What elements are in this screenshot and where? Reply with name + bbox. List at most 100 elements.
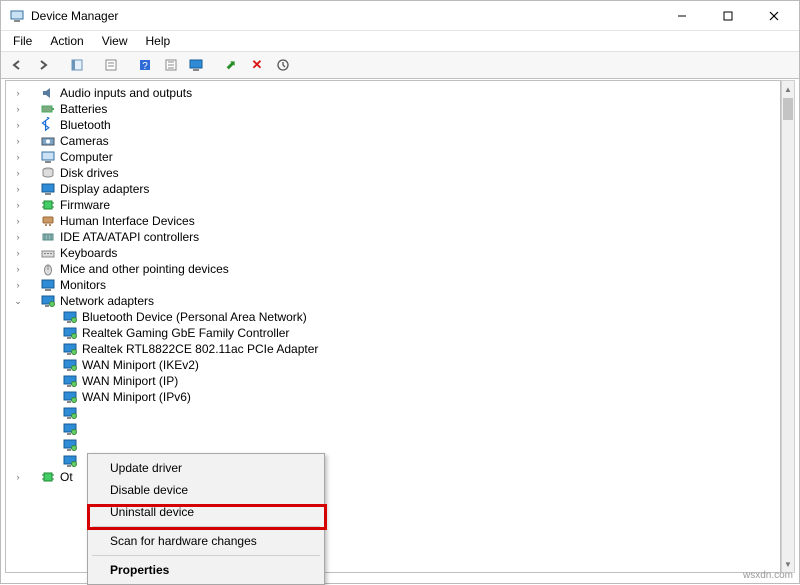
- tree-category[interactable]: › Firmware: [6, 197, 780, 213]
- tree-device[interactable]: WAN Miniport (IKEv2): [6, 357, 780, 373]
- scan-hardware-button[interactable]: ⬈: [219, 54, 243, 76]
- bluetooth-icon: [40, 117, 56, 133]
- ctx-scan-hardware[interactable]: Scan for hardware changes: [90, 530, 322, 552]
- expand-icon[interactable]: ›: [12, 197, 24, 213]
- uninstall-button[interactable]: ✕: [245, 54, 269, 76]
- expand-icon[interactable]: ›: [12, 133, 24, 149]
- tree-category[interactable]: ›Keyboards: [6, 245, 780, 261]
- tree-device[interactable]: WAN Miniport (IPv6): [6, 389, 780, 405]
- tree-device[interactable]: WAN Miniport (IP): [6, 373, 780, 389]
- network-adapter-icon: [62, 453, 78, 469]
- menu-help[interactable]: Help: [138, 32, 179, 50]
- scroll-thumb[interactable]: [783, 98, 793, 120]
- tree-category-label: Ot: [60, 469, 73, 485]
- tree-device[interactable]: Realtek Gaming GbE Family Controller: [6, 325, 780, 341]
- enable-button[interactable]: [271, 54, 295, 76]
- toolbar: ? ⬈ ✕: [1, 51, 799, 79]
- menu-view[interactable]: View: [94, 32, 136, 50]
- help-button[interactable]: ?: [133, 54, 157, 76]
- expand-icon[interactable]: ›: [12, 181, 24, 197]
- tree-device[interactable]: Bluetooth Device (Personal Area Network): [6, 309, 780, 325]
- tree-category[interactable]: ›Display adapters: [6, 181, 780, 197]
- network-adapter-icon: [62, 357, 78, 373]
- disk-icon: [40, 165, 56, 181]
- menu-file[interactable]: File: [5, 32, 40, 50]
- tree-category-label: Audio inputs and outputs: [60, 85, 192, 101]
- menu-action[interactable]: Action: [42, 32, 91, 50]
- scroll-up-icon[interactable]: ▲: [782, 81, 794, 97]
- tree-device-label: Realtek RTL8822CE 802.11ac PCIe Adapter: [82, 341, 318, 357]
- tree-category-label: Human Interface Devices: [60, 213, 195, 229]
- tree-category[interactable]: › Computer: [6, 149, 780, 165]
- computer-icon: [40, 149, 56, 165]
- expand-icon[interactable]: ›: [12, 469, 24, 485]
- expand-icon[interactable]: ›: [12, 149, 24, 165]
- watermark: wsxdn.com: [743, 570, 793, 581]
- tree-category[interactable]: ›Monitors: [6, 277, 780, 293]
- back-button[interactable]: [5, 54, 29, 76]
- show-hide-tree-button[interactable]: [65, 54, 89, 76]
- tree-category-label: Cameras: [60, 133, 109, 149]
- ctx-disable-device[interactable]: Disable device: [90, 479, 322, 501]
- app-icon: [9, 8, 25, 24]
- svg-text:?: ?: [142, 61, 148, 72]
- tree-category[interactable]: › Disk drives: [6, 165, 780, 181]
- network-adapter-icon: [62, 437, 78, 453]
- tree-category-label: IDE ATA/ATAPI controllers: [60, 229, 199, 245]
- chip-icon: [40, 197, 56, 213]
- expand-icon[interactable]: ›: [12, 277, 24, 293]
- tree-category-label: Firmware: [60, 197, 110, 213]
- network-adapter-icon: [62, 389, 78, 405]
- tree-category-label: Network adapters: [60, 293, 154, 309]
- tree-category-label: Computer: [60, 149, 113, 165]
- network-adapter-icon: [62, 373, 78, 389]
- menubar: File Action View Help: [1, 31, 799, 51]
- vertical-scrollbar[interactable]: ▲ ▼: [781, 80, 795, 573]
- expand-icon[interactable]: ›: [12, 101, 24, 117]
- display-icon: [40, 181, 56, 197]
- expand-icon[interactable]: ›: [12, 229, 24, 245]
- mouse-icon: [40, 261, 56, 277]
- expand-icon[interactable]: ›: [12, 261, 24, 277]
- window-title: Device Manager: [31, 9, 118, 23]
- tree-category[interactable]: ›Bluetooth: [6, 117, 780, 133]
- ide-icon: [40, 229, 56, 245]
- properties-button[interactable]: [99, 54, 123, 76]
- ctx-uninstall-device[interactable]: Uninstall device: [90, 501, 322, 523]
- tree-device[interactable]: [6, 405, 780, 421]
- network-adapter-icon: [62, 309, 78, 325]
- tree-category[interactable]: › IDE ATA/ATAPI controllers: [6, 229, 780, 245]
- monitor-icon: [40, 277, 56, 293]
- tree-device[interactable]: [6, 437, 780, 453]
- close-button[interactable]: [751, 1, 797, 31]
- minimize-button[interactable]: [659, 1, 705, 31]
- ctx-properties[interactable]: Properties: [90, 559, 322, 581]
- tree-category[interactable]: › Cameras: [6, 133, 780, 149]
- hid-icon: [40, 213, 56, 229]
- maximize-button[interactable]: [705, 1, 751, 31]
- forward-button[interactable]: [31, 54, 55, 76]
- expand-icon[interactable]: ›: [12, 85, 24, 101]
- ctx-update-driver[interactable]: Update driver: [90, 457, 322, 479]
- battery-icon: [40, 101, 56, 117]
- tree-category[interactable]: ›Mice and other pointing devices: [6, 261, 780, 277]
- tree-device[interactable]: [6, 421, 780, 437]
- tree-category[interactable]: ⌄ Network adapters: [6, 293, 780, 309]
- expand-icon[interactable]: ›: [12, 213, 24, 229]
- tree-category[interactable]: › Human Interface Devices: [6, 213, 780, 229]
- expand-icon[interactable]: ›: [12, 165, 24, 181]
- camera-icon: [40, 133, 56, 149]
- tree-category[interactable]: › Batteries: [6, 101, 780, 117]
- network-adapter-icon: [62, 405, 78, 421]
- tree-category-label: Disk drives: [60, 165, 119, 181]
- expand-icon[interactable]: ›: [12, 245, 24, 261]
- tree-device[interactable]: Realtek RTL8822CE 802.11ac PCIe Adapter: [6, 341, 780, 357]
- monitor-icon-button[interactable]: [185, 54, 209, 76]
- tree-device-label: WAN Miniport (IP): [82, 373, 178, 389]
- speaker-icon: [40, 85, 56, 101]
- collapse-icon[interactable]: ⌄: [12, 293, 24, 309]
- expand-icon[interactable]: ›: [12, 117, 24, 133]
- tree-category-label: Batteries: [60, 101, 107, 117]
- tree-category[interactable]: › Audio inputs and outputs: [6, 85, 780, 101]
- list-button[interactable]: [159, 54, 183, 76]
